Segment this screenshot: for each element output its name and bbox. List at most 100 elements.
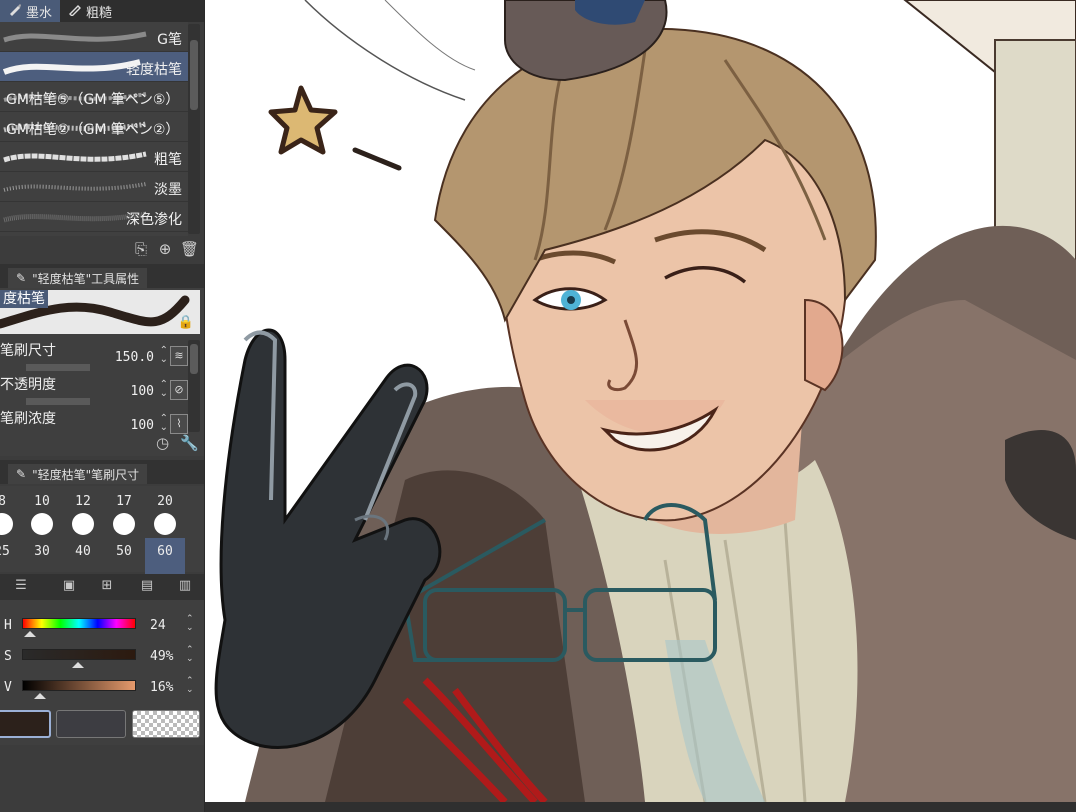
brush-size-value[interactable]: 150.0	[115, 350, 154, 365]
tool-property-panel: 度枯笔 🔒 笔刷尺寸 150.0 ⌃ ⌄ ≋ 不透明度 100 ⌃ ⌄ ⊘ 笔刷浓度…	[0, 288, 204, 456]
brush-size-spinner[interactable]: ⌃ ⌄	[160, 346, 168, 365]
size-number: 50	[116, 544, 132, 559]
size-cell[interactable]: 40	[63, 538, 103, 576]
size-cell[interactable]: 10	[22, 488, 62, 535]
color-panel-tabs: ☰ ▣ ⊞ ▤ ▥	[0, 574, 204, 600]
tool-property-scrollbar[interactable]	[188, 340, 200, 432]
artwork-illustration	[214, 0, 1076, 802]
density-pressure-icon[interactable]: ⌇	[170, 414, 188, 434]
trash-icon[interactable]: 🗑	[180, 240, 199, 258]
color-slider-tab-icon[interactable]: ☰	[10, 578, 32, 596]
saturation-marker[interactable]	[71, 662, 84, 668]
opacity-label: 不透明度	[0, 377, 56, 393]
hue-slider[interactable]	[22, 618, 136, 629]
tool-property-title: "轻度枯笔"工具属性	[32, 271, 140, 286]
value-slider[interactable]	[22, 680, 136, 691]
opacity-pressure-icon[interactable]: ⊘	[170, 380, 188, 400]
hue-row[interactable]: H 24 ⌃ ⌄	[0, 612, 204, 642]
brush-name: 淡墨	[154, 182, 182, 198]
transparent-color-swatch[interactable]	[132, 710, 200, 738]
star-doodle	[268, 85, 338, 155]
size-cell[interactable]: 17	[104, 488, 144, 535]
value-row[interactable]: V 16% ⌃ ⌄	[0, 674, 204, 704]
hue-value[interactable]: 24	[150, 618, 166, 633]
brush-list: G笔 轻度枯笔 GM枯笔⑤（GM 筆ペン⑤） GM枯笔②（GM 筆ペン②） 粗笔…	[0, 22, 188, 236]
value-value[interactable]: 16%	[150, 680, 173, 695]
size-cell[interactable]: 12	[63, 488, 103, 535]
brush-stroke-preview	[3, 182, 147, 192]
intermediate-color-tab-icon[interactable]: ⊞	[96, 578, 118, 596]
scrollbar-thumb[interactable]	[190, 40, 198, 110]
lock-icon[interactable]: 🔒	[178, 315, 194, 330]
brush-list-scrollbar[interactable]	[188, 24, 200, 234]
hue-spinner[interactable]: ⌃ ⌄	[186, 615, 194, 633]
brush-size-row[interactable]: 笔刷尺寸 150.0 ⌃ ⌄ ≋	[0, 340, 190, 372]
scrollbar-thumb[interactable]	[190, 344, 198, 374]
brush-item[interactable]: G笔	[0, 22, 188, 52]
tool-property-tab[interactable]: ✎ "轻度枯笔"工具属性	[8, 268, 148, 288]
color-history-tab-icon[interactable]: ▥	[174, 578, 196, 596]
saturation-row[interactable]: S 49% ⌃ ⌄	[0, 643, 204, 673]
brush-name: 粗笔	[154, 152, 182, 168]
copy-brush-icon[interactable]: ⎘	[132, 240, 150, 258]
brush-list-footer: ⎘ ⊕ 🗑	[0, 236, 204, 262]
brush-item[interactable]: GM枯笔⑤（GM 筆ペン⑤）	[0, 82, 188, 112]
opacity-spinner[interactable]: ⌃ ⌄	[160, 380, 168, 399]
size-dot	[0, 513, 13, 535]
brush-item[interactable]: 粗笔	[0, 142, 188, 172]
left-panel: 墨水 粗糙 G笔 轻度枯笔 GM枯笔⑤（GM 筆ペン⑤） GM枯笔②（GM 筆ペ…	[0, 0, 205, 812]
tab-rough[interactable]: 粗糙	[60, 0, 120, 22]
drawing-canvas[interactable]	[205, 0, 1076, 802]
value-label: V	[4, 680, 12, 695]
size-cell[interactable]: 30	[22, 538, 62, 576]
value-spinner[interactable]: ⌃ ⌄	[186, 677, 194, 695]
size-cell[interactable]: 20	[145, 488, 185, 535]
size-dot	[113, 513, 135, 535]
main-color-swatch[interactable]	[0, 710, 51, 738]
opacity-value[interactable]: 100	[131, 384, 154, 399]
color-set-tab-icon[interactable]: ▣	[58, 578, 80, 596]
brush-size-grid: 8 10 12 17 20 25 30 40 50 60	[0, 486, 204, 576]
add-brush-icon[interactable]: ⊕	[156, 240, 174, 258]
brush-stroke-preview	[3, 31, 147, 43]
opacity-row[interactable]: 不透明度 100 ⌃ ⌄ ⊘	[0, 374, 190, 406]
ink-brush-icon	[8, 2, 22, 20]
size-cell[interactable]: 25	[0, 538, 22, 576]
status-bar	[205, 802, 1076, 812]
hue-marker[interactable]	[23, 631, 36, 637]
brush-item[interactable]: 淡墨	[0, 172, 188, 202]
size-number: 30	[34, 544, 50, 559]
brush-density-value[interactable]: 100	[131, 418, 154, 433]
brush-size-tab-icon: ✎	[16, 467, 27, 481]
opacity-slider[interactable]	[26, 398, 90, 405]
size-dot	[154, 513, 176, 535]
approximate-color-tab-icon[interactable]: ▤	[136, 578, 158, 596]
tool-property-header: ✎ "轻度枯笔"工具属性	[0, 264, 204, 288]
size-cell[interactable]: 8	[0, 488, 22, 535]
brush-item[interactable]: GM枯笔②（GM 筆ペン②）	[0, 112, 188, 142]
brush-item[interactable]: 深色渗化	[0, 202, 188, 232]
size-number: 12	[75, 494, 91, 509]
wrench-icon[interactable]: 🔧	[180, 434, 199, 452]
size-cell[interactable]: 50	[104, 538, 144, 576]
brush-density-spinner[interactable]: ⌃ ⌄	[160, 414, 168, 433]
value-marker[interactable]	[34, 693, 47, 699]
brush-name: GM枯笔②（GM 筆ペン②）	[6, 122, 180, 138]
size-number: 60	[157, 544, 173, 559]
size-cell-selected[interactable]: 60	[145, 538, 185, 576]
pressure-icon[interactable]: ≋	[170, 346, 188, 366]
tab-ink[interactable]: 墨水	[0, 0, 61, 22]
brush-size-slider[interactable]	[26, 364, 90, 371]
size-dot	[72, 513, 94, 535]
brush-item-selected[interactable]: 轻度枯笔	[0, 52, 188, 82]
reset-icon[interactable]: ◷	[156, 434, 169, 452]
saturation-value[interactable]: 49%	[150, 649, 173, 664]
tab-ink-label: 墨水	[26, 5, 53, 21]
rough-brush-icon	[68, 2, 82, 20]
brush-size-tab[interactable]: ✎ "轻度枯笔"笔刷尺寸	[8, 464, 148, 484]
saturation-slider[interactable]	[22, 649, 136, 660]
saturation-label: S	[4, 649, 12, 664]
sub-color-swatch[interactable]	[56, 710, 126, 738]
wrench-brush-icon: ✎	[16, 271, 27, 285]
saturation-spinner[interactable]: ⌃ ⌄	[186, 646, 194, 664]
